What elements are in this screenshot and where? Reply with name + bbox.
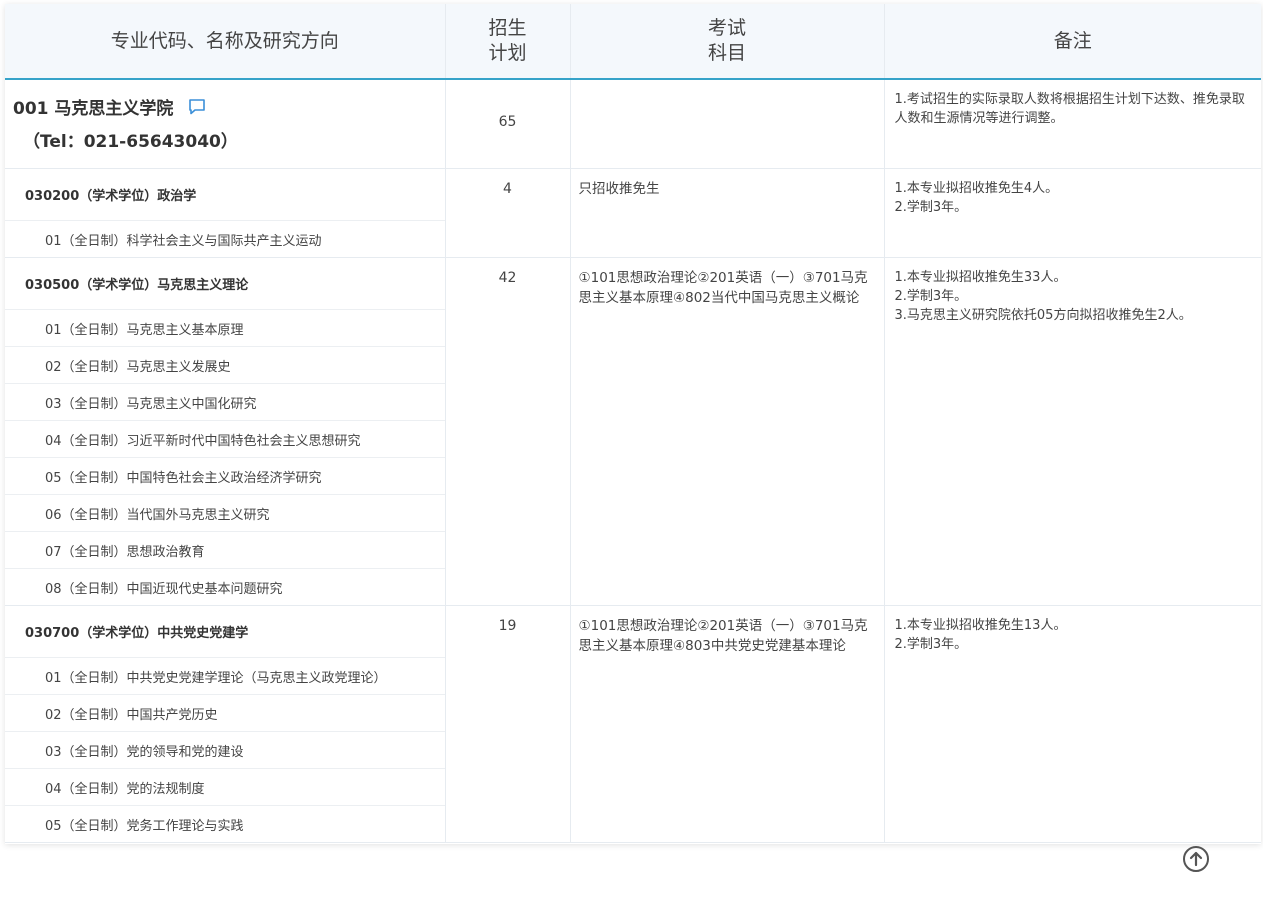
major-subjects: 只招收推免生 xyxy=(570,168,885,258)
research-direction: 05（全日制）中国特色社会主义政治经济学研究 xyxy=(5,457,445,494)
research-direction: 05（全日制）党务工作理论与实践 xyxy=(5,805,445,842)
major-notes: 1.本专业拟招收推免生13人。 2.学制3年。 xyxy=(884,605,1261,843)
research-direction: 01（全日制）马克思主义基本原理 xyxy=(5,309,445,346)
research-direction: 06（全日制）当代国外马克思主义研究 xyxy=(5,494,445,531)
note-line: 1.本专业拟招收推免生33人。 xyxy=(894,270,1067,285)
note-line: 2.学制3年。 xyxy=(894,289,968,304)
major-title: 030700（学术学位）中共党史党建学 xyxy=(25,626,249,641)
college-subjects xyxy=(570,79,885,169)
major-row: 030200（学术学位）政治学 01（全日制）科学社会主义与国际共产主义运动 4 只招… xyxy=(5,168,1261,258)
note-line: 1.本专业拟招收推免生13人。 xyxy=(894,618,1067,633)
research-direction: 01（全日制）科学社会主义与国际共产主义运动 xyxy=(5,220,445,257)
major-cell: 030700（学术学位）中共党史党建学 01（全日制）中共党史党建学理论（马克思主… xyxy=(5,605,446,843)
major-subjects: ①101思想政治理论②201英语（一）③701马克思主义基本原理④802当代中国… xyxy=(570,257,885,606)
table-header-row: 专业代码、名称及研究方向 招生 计划 考试 科目 备注 xyxy=(5,4,1261,80)
note-line: 2.学制3年。 xyxy=(894,637,968,652)
major-notes: 1.本专业拟招收推免生4人。 2.学制3年。 xyxy=(884,168,1261,258)
research-direction: 07（全日制）思想政治教育 xyxy=(5,531,445,568)
college-note: 1.考试招生的实际录取人数将根据招生计划下达数、推免录取人数和生源情况等进行调整… xyxy=(884,79,1261,169)
major-title: 030200（学术学位）政治学 xyxy=(25,189,197,204)
college-row: 001 马克思主义学院 （Tel：021-65643040） 65 1.考试招生… xyxy=(5,79,1261,169)
major-row: 030700（学术学位）中共党史党建学 01（全日制）中共党史党建学理论（马克思主… xyxy=(5,605,1261,843)
research-direction: 02（全日制）中国共产党历史 xyxy=(5,694,445,731)
major-title: 030500（学术学位）马克思主义理论 xyxy=(25,278,249,293)
research-direction: 03（全日制）马克思主义中国化研究 xyxy=(5,383,445,420)
note-line: 1.本专业拟招收推免生4人。 xyxy=(894,181,1059,196)
major-notes: 1.本专业拟招收推免生33人。 2.学制3年。 3.马克思主义研究院依托05方向拟招… xyxy=(884,257,1261,606)
major-plan: 42 xyxy=(445,257,571,606)
note-line: 2.学制3年。 xyxy=(894,200,968,215)
college-cell: 001 马克思主义学院 （Tel：021-65643040） xyxy=(5,79,446,169)
header-major: 专业代码、名称及研究方向 xyxy=(5,4,446,80)
major-cell: 030500（学术学位）马克思主义理论 01（全日制）马克思主义基本原理 02（全日… xyxy=(5,257,446,606)
arrow-up-circle-icon[interactable] xyxy=(1182,845,1210,873)
header-notes: 备注 xyxy=(884,4,1261,80)
header-plan: 招生 计划 xyxy=(445,4,571,80)
major-row: 030500（学术学位）马克思主义理论 01（全日制）马克思主义基本原理 02（全日… xyxy=(5,257,1261,606)
major-plan: 4 xyxy=(445,168,571,258)
college-plan: 65 xyxy=(445,79,571,169)
research-direction: 08（全日制）中国近现代史基本问题研究 xyxy=(5,568,445,605)
research-direction: 02（全日制）马克思主义发展史 xyxy=(5,346,445,383)
header-subjects: 考试 科目 xyxy=(570,4,885,80)
admissions-table: 专业代码、名称及研究方向 招生 计划 考试 科目 备注 001 马克思主义学院 （T… xyxy=(5,4,1261,843)
college-name: 001 马克思主义学院 xyxy=(13,99,174,119)
research-direction: 01（全日制）中共党史党建学理论（马克思主义政党理论） xyxy=(5,657,445,694)
research-direction: 04（全日制）习近平新时代中国特色社会主义思想研究 xyxy=(5,420,445,457)
note-line: 3.马克思主义研究院依托05方向拟招收推免生2人。 xyxy=(894,308,1192,323)
major-plan: 19 xyxy=(445,605,571,843)
chat-bubble-icon[interactable] xyxy=(187,98,207,116)
research-direction: 03（全日制）党的领导和党的建设 xyxy=(5,731,445,768)
research-direction: 04（全日制）党的法规制度 xyxy=(5,768,445,805)
major-subjects: ①101思想政治理论②201英语（一）③701马克思主义基本原理④803中共党史… xyxy=(570,605,885,843)
major-cell: 030200（学术学位）政治学 01（全日制）科学社会主义与国际共产主义运动 xyxy=(5,168,446,258)
college-tel: （Tel：021-65643040） xyxy=(23,132,238,152)
